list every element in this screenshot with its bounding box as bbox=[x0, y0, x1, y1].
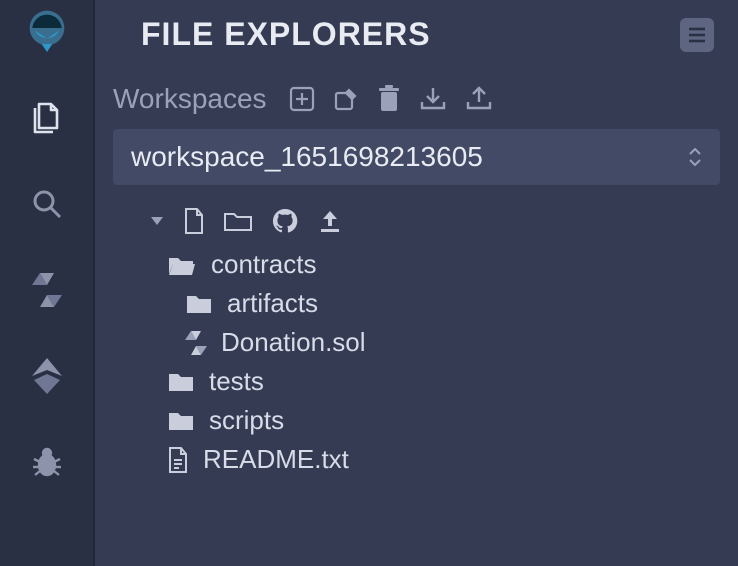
file-tree: contracts artifacts Donation.sol tests scrip… bbox=[113, 203, 720, 479]
tree-item[interactable]: artifacts bbox=[149, 284, 720, 323]
workspace-select[interactable]: workspace_1651698213605 bbox=[113, 129, 720, 185]
file-text-icon bbox=[167, 446, 189, 474]
tree-item[interactable]: scripts bbox=[149, 401, 720, 440]
workspace-toolbar bbox=[289, 85, 493, 113]
tree-item-label: Donation.sol bbox=[221, 327, 366, 358]
folder-icon bbox=[167, 371, 195, 393]
solidity-compiler-icon[interactable] bbox=[23, 266, 71, 314]
rename-workspace-icon[interactable] bbox=[333, 86, 359, 112]
tree-item-label: artifacts bbox=[227, 288, 318, 319]
panel-menu-button[interactable] bbox=[680, 18, 714, 52]
new-file-icon[interactable] bbox=[183, 207, 205, 235]
new-folder-icon[interactable] bbox=[223, 209, 253, 233]
workspaces-label: Workspaces bbox=[113, 83, 267, 115]
tree-item[interactable]: Donation.sol bbox=[149, 323, 720, 362]
folder-icon bbox=[185, 293, 213, 315]
debugger-icon[interactable] bbox=[23, 438, 71, 486]
create-workspace-icon[interactable] bbox=[289, 86, 315, 112]
solidity-icon bbox=[185, 329, 207, 357]
select-chevron-icon bbox=[688, 148, 702, 166]
search-icon[interactable] bbox=[23, 180, 71, 228]
panel-header: FILE EXPLORERS bbox=[113, 12, 720, 75]
deploy-icon[interactable] bbox=[23, 352, 71, 400]
vertical-icon-bar bbox=[0, 0, 95, 566]
folder-open-icon bbox=[167, 253, 197, 277]
tree-item-label: contracts bbox=[211, 249, 317, 280]
workspaces-row: Workspaces bbox=[113, 75, 720, 129]
download-workspace-icon[interactable] bbox=[419, 86, 447, 112]
file-explorer-panel: FILE EXPLORERS Workspaces bbox=[95, 0, 738, 566]
upload-workspace-icon[interactable] bbox=[465, 86, 493, 112]
panel-title: FILE EXPLORERS bbox=[141, 16, 431, 53]
tree-item[interactable]: tests bbox=[149, 362, 720, 401]
delete-workspace-icon[interactable] bbox=[377, 85, 401, 113]
workspace-selected-value: workspace_1651698213605 bbox=[131, 141, 483, 173]
tree-item-label: README.txt bbox=[203, 444, 349, 475]
tree-item[interactable]: README.txt bbox=[149, 440, 720, 479]
tree-toolbar bbox=[149, 203, 720, 245]
tree-item[interactable]: contracts bbox=[149, 245, 720, 284]
folder-icon bbox=[167, 410, 195, 432]
collapse-caret-icon[interactable] bbox=[149, 215, 165, 227]
tree-item-label: scripts bbox=[209, 405, 284, 436]
files-icon[interactable] bbox=[23, 94, 71, 142]
tree-item-label: tests bbox=[209, 366, 264, 397]
logo-icon[interactable] bbox=[23, 8, 71, 56]
upload-file-icon[interactable] bbox=[317, 208, 343, 234]
github-icon[interactable] bbox=[271, 207, 299, 235]
